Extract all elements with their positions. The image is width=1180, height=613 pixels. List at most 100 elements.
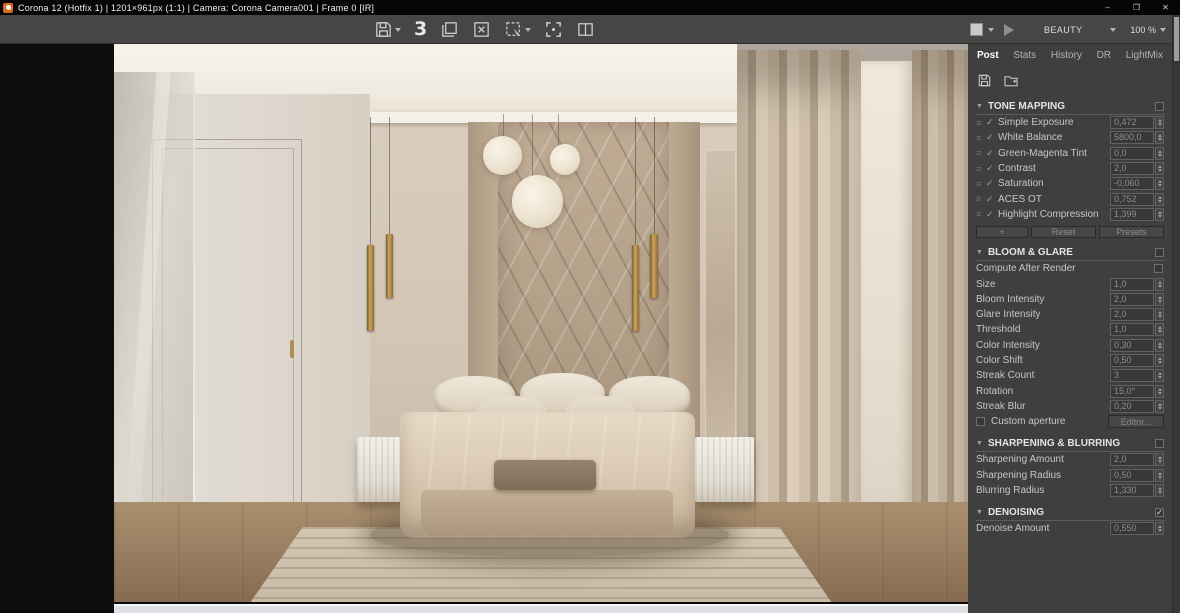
collapse-arrow-icon[interactable]: ▼ <box>976 509 983 516</box>
spinner[interactable] <box>1155 338 1164 352</box>
spinner[interactable] <box>1155 453 1164 467</box>
tab-post[interactable]: Post <box>977 50 999 61</box>
maximize-button[interactable]: ❐ <box>1122 0 1151 15</box>
close-button[interactable]: ✕ <box>1151 0 1180 15</box>
tab-lightmix[interactable]: LightMix <box>1126 50 1163 61</box>
zoom-caret-icon[interactable] <box>1159 27 1166 32</box>
spinner[interactable] <box>1155 131 1164 145</box>
clear-vfb-button[interactable] <box>472 20 491 39</box>
drag-handle-icon[interactable]: ≡ <box>976 164 986 174</box>
value-field[interactable]: -0,060 <box>1110 177 1154 191</box>
reset-button[interactable]: Reset <box>1031 226 1096 239</box>
value-field[interactable]: 1,0 <box>1110 323 1154 337</box>
minimize-button[interactable]: – <box>1093 0 1122 15</box>
spinner[interactable] <box>1155 468 1164 482</box>
show-in-3dsmax-button[interactable]: 3 <box>414 20 427 39</box>
tab-dr[interactable]: DR <box>1097 50 1111 61</box>
spinner[interactable] <box>1155 354 1164 367</box>
channel-swatch-icon[interactable] <box>970 23 983 36</box>
spinner[interactable] <box>1155 116 1164 130</box>
tone-mapping-enable-checkbox[interactable] <box>1155 102 1164 111</box>
value-field[interactable]: 0,472 <box>1110 116 1154 130</box>
spinner[interactable] <box>1155 207 1164 221</box>
value-field[interactable]: 1,399 <box>1110 207 1154 221</box>
section-tone-mapping[interactable]: ▼ TONE MAPPING <box>975 99 1165 115</box>
save-dropdown-caret-icon[interactable] <box>395 27 401 32</box>
value-field[interactable]: 5800,0 <box>1110 131 1154 145</box>
value-field[interactable]: 2,0 <box>1110 308 1154 322</box>
value-field[interactable]: 0,30 <box>1110 338 1154 352</box>
vertical-scrollbar[interactable] <box>1172 15 1180 613</box>
sharpening-enable-checkbox[interactable] <box>1155 439 1164 449</box>
operator-checkbox[interactable]: ✓ <box>986 209 998 220</box>
spinner[interactable] <box>1155 192 1164 206</box>
save-image-button[interactable] <box>374 20 401 39</box>
operator-checkbox[interactable]: ✓ <box>986 163 998 174</box>
spinner[interactable] <box>1155 292 1164 306</box>
operator-checkbox[interactable]: ✓ <box>986 194 998 205</box>
region-dropdown-caret-icon[interactable] <box>525 27 532 32</box>
value-field[interactable]: 0,752 <box>1110 192 1154 206</box>
horizontal-scrollbar[interactable] <box>114 604 968 613</box>
spinner[interactable] <box>1155 277 1164 291</box>
zoom-level-select[interactable]: 100 % <box>1130 25 1156 35</box>
fit-to-vfb-button[interactable] <box>544 20 563 39</box>
spinner[interactable] <box>1155 399 1164 413</box>
spinner[interactable] <box>1155 369 1164 383</box>
render-element-select[interactable]: BEAUTY <box>1044 25 1082 35</box>
value-field[interactable]: 1,0 <box>1110 277 1154 291</box>
section-bloom-glare[interactable]: ▼ BLOOM & GLARE <box>975 245 1165 262</box>
render-image[interactable] <box>114 44 968 602</box>
value-field[interactable]: 2,0 <box>1110 453 1154 467</box>
presets-button[interactable]: Presets <box>1099 226 1164 239</box>
bloom-glare-enable-checkbox[interactable] <box>1155 248 1164 258</box>
spinner[interactable] <box>1155 162 1164 176</box>
value-field[interactable]: 2,0 <box>1110 292 1154 306</box>
spinner[interactable] <box>1155 177 1164 191</box>
play-render-icon[interactable] <box>1004 23 1014 36</box>
collapse-arrow-icon[interactable]: ▼ <box>976 440 983 447</box>
value-field[interactable]: 1,330 <box>1110 484 1154 498</box>
title-bar[interactable]: Corona 12 (Hotfix 1) | 1201×961px (1:1) … <box>0 0 1180 15</box>
drag-handle-icon[interactable]: ≡ <box>976 194 986 204</box>
spinner[interactable] <box>1155 522 1164 536</box>
value-field[interactable]: 0,20 <box>1110 399 1154 413</box>
value-field[interactable]: 0,50 <box>1110 468 1154 482</box>
value-field[interactable]: 0,50 <box>1110 354 1154 367</box>
aperture-editor-button[interactable]: Editor... <box>1108 415 1164 429</box>
operator-checkbox[interactable]: ✓ <box>986 117 998 128</box>
operator-checkbox[interactable]: ✓ <box>986 132 998 143</box>
drag-handle-icon[interactable]: ≡ <box>976 179 986 189</box>
ab-compare-button[interactable] <box>576 20 595 39</box>
scrollbar-thumb[interactable] <box>1174 17 1179 61</box>
render-viewport[interactable] <box>0 44 968 613</box>
render-region-button[interactable] <box>504 20 532 39</box>
spinner[interactable] <box>1155 308 1164 322</box>
value-field[interactable]: 0,550 <box>1110 522 1154 536</box>
value-field[interactable]: 15,0° <box>1110 384 1154 398</box>
tab-stats[interactable]: Stats <box>1013 50 1036 61</box>
spinner[interactable] <box>1155 146 1164 160</box>
section-sharpening-blurring[interactable]: ▼ SHARPENING & BLURRING <box>975 436 1165 453</box>
load-folder-plus-icon[interactable] <box>1003 73 1019 88</box>
value-field[interactable]: 2,0 <box>1110 162 1154 176</box>
render-element-caret-icon[interactable] <box>1110 27 1117 32</box>
collapse-arrow-icon[interactable]: ▼ <box>976 103 983 110</box>
section-denoising[interactable]: ▼ DENOISING ✓ <box>975 505 1165 522</box>
swatch-dropdown-caret-icon[interactable] <box>988 27 994 32</box>
drag-handle-icon[interactable]: ≡ <box>976 118 986 128</box>
compute-after-render-checkbox[interactable] <box>1154 264 1163 274</box>
duplicate-render-button[interactable] <box>440 20 459 39</box>
drag-handle-icon[interactable]: ≡ <box>976 133 986 143</box>
value-field[interactable]: 0,0 <box>1110 146 1154 160</box>
spinner[interactable] <box>1155 484 1164 498</box>
custom-aperture-checkbox[interactable] <box>976 417 985 427</box>
drag-handle-icon[interactable]: ≡ <box>976 148 986 158</box>
operator-checkbox[interactable]: ✓ <box>986 148 998 159</box>
tab-history[interactable]: History <box>1051 50 1082 61</box>
spinner[interactable] <box>1155 323 1164 337</box>
add-operator-button[interactable]: + <box>976 226 1028 239</box>
denoising-enable-checkbox[interactable]: ✓ <box>1155 508 1164 518</box>
drag-handle-icon[interactable]: ≡ <box>976 209 986 219</box>
operator-checkbox[interactable]: ✓ <box>986 178 998 189</box>
